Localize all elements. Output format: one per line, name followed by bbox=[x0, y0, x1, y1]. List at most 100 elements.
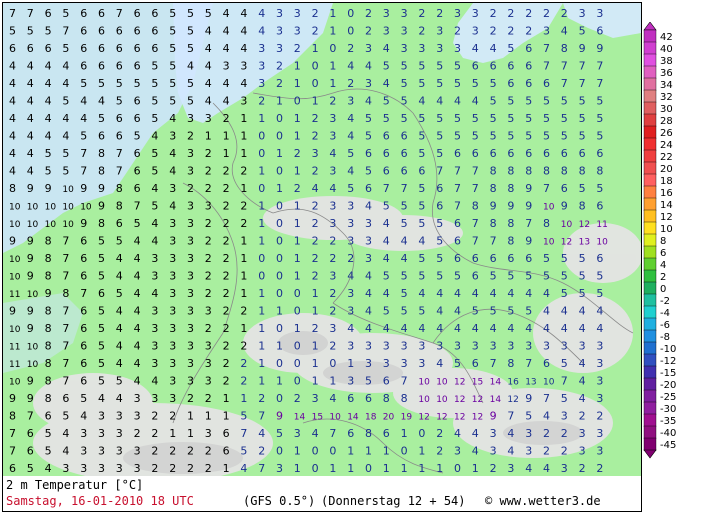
temperature-value: 3 bbox=[116, 427, 123, 440]
temperature-value: 5 bbox=[418, 60, 425, 73]
temperature-value: 7 bbox=[596, 77, 603, 90]
temperature-value: 4 bbox=[561, 305, 568, 318]
temperature-value: 2 bbox=[294, 182, 301, 195]
temperature-value: 15 bbox=[312, 413, 323, 423]
temperature-value: 4 bbox=[151, 217, 158, 230]
temperature-value: 3 bbox=[365, 357, 372, 370]
temperature-value: 1 bbox=[312, 357, 319, 370]
temperature-value: 0 bbox=[347, 7, 354, 20]
temperature-value: 1 bbox=[258, 165, 265, 178]
temperature-value: 4 bbox=[9, 165, 16, 178]
temperature-value: 6 bbox=[116, 130, 123, 143]
temperature-value: 8 bbox=[98, 147, 105, 160]
temperature-value: 5 bbox=[561, 95, 568, 108]
temperature-value: 5 bbox=[561, 130, 568, 143]
temperature-value: 4 bbox=[525, 322, 532, 335]
temperature-value: 9 bbox=[525, 235, 532, 248]
temperature-value: 3 bbox=[347, 235, 354, 248]
temperature-value: 4 bbox=[169, 112, 176, 125]
temperature-value: 5 bbox=[543, 270, 550, 283]
temperature-value: 4 bbox=[116, 357, 123, 370]
temperature-value: 1 bbox=[169, 427, 176, 440]
temperature-value: 2 bbox=[258, 392, 265, 405]
temperature-value: 0 bbox=[312, 77, 319, 90]
temperature-value: 5 bbox=[383, 270, 390, 283]
temperature-value: 4 bbox=[561, 322, 568, 335]
temperature-value: 4 bbox=[134, 235, 141, 248]
temperature-value: 5 bbox=[80, 130, 87, 143]
temperature-value: 7 bbox=[116, 7, 123, 20]
temperature-value: 7 bbox=[472, 165, 479, 178]
temperature-value: 1 bbox=[294, 60, 301, 73]
temperature-value: 3 bbox=[240, 95, 247, 108]
temperature-value: 1 bbox=[401, 427, 408, 440]
temperature-value: 6 bbox=[561, 182, 568, 195]
temperature-value: 6 bbox=[365, 182, 372, 195]
temperature-value: 2 bbox=[418, 7, 425, 20]
temperature-value: 1 bbox=[258, 235, 265, 248]
temperature-value: 6 bbox=[80, 7, 87, 20]
temperature-value: 6 bbox=[454, 235, 461, 248]
temperature-value: 2 bbox=[329, 252, 336, 265]
temperature-value: 4 bbox=[347, 270, 354, 283]
temperature-value: 3 bbox=[205, 340, 212, 353]
temperature-value: 8 bbox=[507, 165, 514, 178]
temperature-value: 5 bbox=[62, 42, 69, 55]
temperature-value: 8 bbox=[490, 217, 497, 230]
legend-label: 18 bbox=[660, 176, 673, 187]
temperature-value: 3 bbox=[383, 7, 390, 20]
temperature-value: 2 bbox=[151, 410, 158, 423]
temperature-value: 5 bbox=[45, 165, 52, 178]
legend-swatch bbox=[643, 245, 657, 259]
temperature-value: 4 bbox=[240, 462, 247, 475]
temperature-value: 4 bbox=[329, 392, 336, 405]
temperature-value: 5 bbox=[436, 147, 443, 160]
temperature-value: 3 bbox=[187, 287, 194, 300]
temperature-value: 0 bbox=[329, 42, 336, 55]
temperature-value: 6 bbox=[98, 287, 105, 300]
temperature-value: 3 bbox=[169, 235, 176, 248]
temperature-value: 5 bbox=[151, 200, 158, 213]
temperature-value: 9 bbox=[80, 217, 87, 230]
temperature-value: 8 bbox=[9, 410, 16, 423]
temperature-value: 4 bbox=[134, 322, 141, 335]
temperature-value: 3 bbox=[151, 340, 158, 353]
temperature-value: 3 bbox=[347, 200, 354, 213]
legend-swatch bbox=[643, 65, 657, 79]
temperature-value: 5 bbox=[490, 112, 497, 125]
temperature-value: 1 bbox=[401, 462, 408, 475]
temperature-value: 2 bbox=[561, 445, 568, 458]
temperature-value: 2 bbox=[347, 42, 354, 55]
temperature-value: 5 bbox=[579, 95, 586, 108]
temperature-value: 4 bbox=[543, 287, 550, 300]
temperature-value: 5 bbox=[579, 112, 586, 125]
temperature-value: 3 bbox=[294, 7, 301, 20]
temperature-value: 4 bbox=[258, 427, 265, 440]
temperature-value: 5 bbox=[98, 270, 105, 283]
legend-swatch bbox=[643, 281, 657, 295]
temperature-value: 5 bbox=[436, 60, 443, 73]
temperature-value: 2 bbox=[223, 200, 230, 213]
temperature-value: 4 bbox=[134, 357, 141, 370]
temperature-value: 4 bbox=[134, 270, 141, 283]
legend-swatch bbox=[643, 125, 657, 139]
temperature-value: 3 bbox=[329, 270, 336, 283]
temperature-value: 0 bbox=[276, 112, 283, 125]
temperature-value: 12 bbox=[472, 395, 483, 405]
temperature-value: 5 bbox=[151, 112, 158, 125]
legend-swatch bbox=[643, 77, 657, 91]
temperature-value: 4 bbox=[116, 392, 123, 405]
temperature-value: 0 bbox=[312, 60, 319, 73]
temperature-value: 8 bbox=[116, 200, 123, 213]
temperature-value: 2 bbox=[312, 217, 319, 230]
temperature-value: 5 bbox=[401, 112, 408, 125]
temperature-value: 1 bbox=[205, 130, 212, 143]
temperature-value: 7 bbox=[472, 235, 479, 248]
legend-swatch bbox=[643, 269, 657, 283]
temperature-value: 5 bbox=[436, 235, 443, 248]
temperature-value: 1 bbox=[312, 305, 319, 318]
temperature-value: 3 bbox=[276, 462, 283, 475]
temperature-value: 4 bbox=[134, 287, 141, 300]
temperature-value: 3 bbox=[134, 462, 141, 475]
legend-label: -25 bbox=[660, 392, 676, 403]
